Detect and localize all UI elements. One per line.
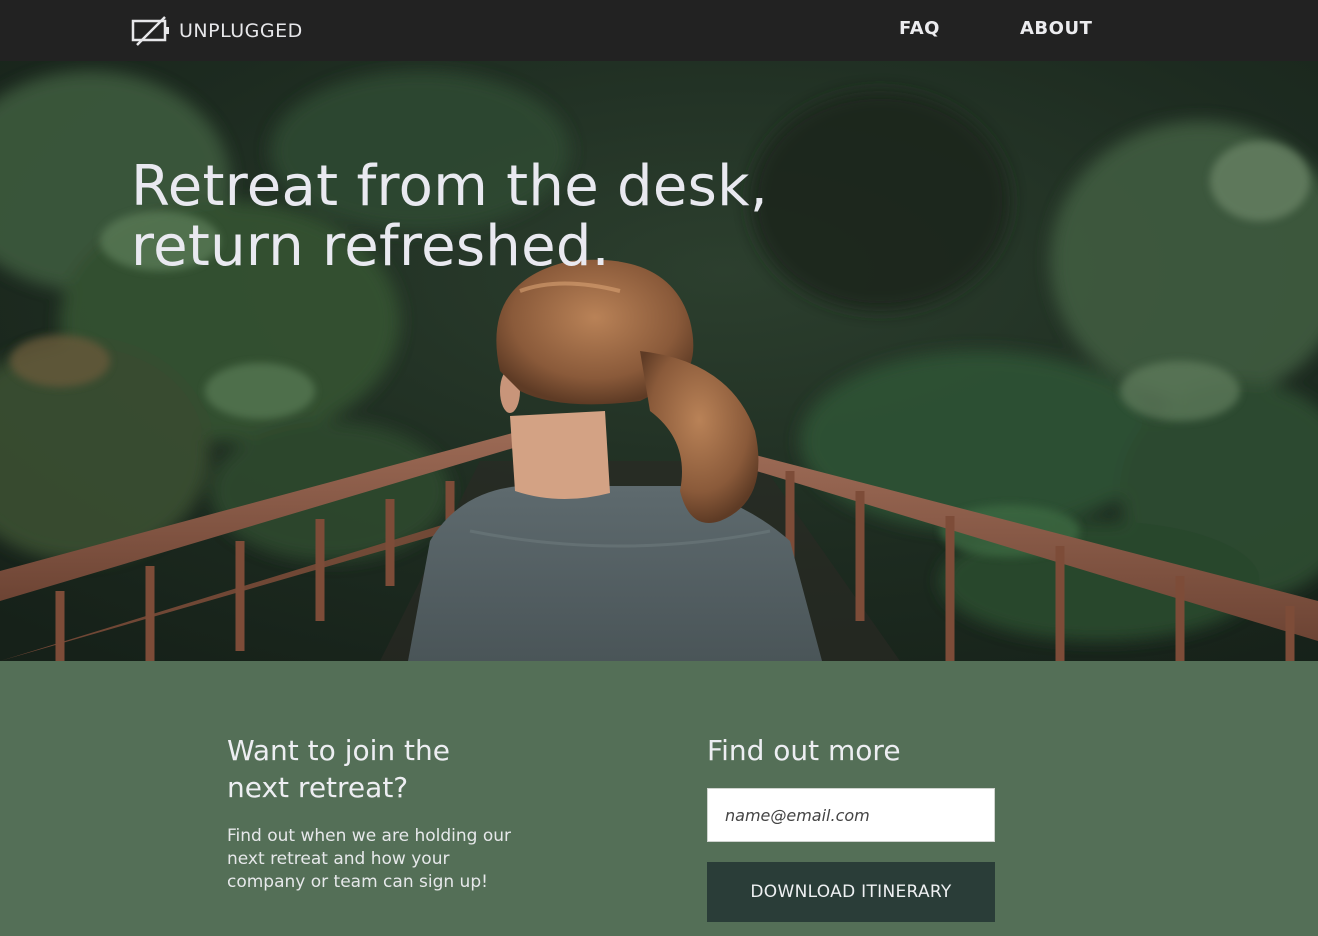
find-out-more-title: Find out more — [707, 734, 901, 767]
logo-link[interactable]: UNPLUGGED — [131, 14, 303, 48]
signup-section: Want to join the next retreat? Find out … — [0, 661, 1318, 936]
join-desc-line-3: company or team can sign up! — [227, 872, 488, 892]
hero-headline: Retreat from the desk, return refreshed. — [131, 157, 891, 277]
top-nav-bar: UNPLUGGED FAQ ABOUT — [0, 0, 1318, 61]
join-retreat-title: Want to join the next retreat? — [227, 732, 450, 806]
hero-forest-bridge-image — [0, 61, 1318, 661]
nav-link-faq[interactable]: FAQ — [899, 18, 940, 39]
join-title-line-2: next retreat? — [227, 771, 409, 804]
download-itinerary-button[interactable]: DOWNLOAD ITINERARY — [707, 862, 995, 922]
join-desc-line-1: Find out when we are holding our — [227, 826, 512, 846]
join-desc-line-2: next retreat and how your — [227, 849, 450, 869]
hero-headline-line-2: return refreshed. — [131, 214, 610, 279]
nav-link-about[interactable]: ABOUT — [1020, 18, 1092, 39]
email-input[interactable] — [707, 788, 995, 842]
join-retreat-description: Find out when we are holding our next re… — [227, 825, 511, 894]
join-title-line-1: Want to join the — [227, 734, 450, 767]
unplugged-logo-icon — [131, 16, 169, 46]
hero-headline-line-1: Retreat from the desk, — [131, 154, 768, 219]
hero-section: Retreat from the desk, return refreshed. — [0, 61, 1318, 661]
logo-text: UNPLUGGED — [179, 20, 303, 42]
